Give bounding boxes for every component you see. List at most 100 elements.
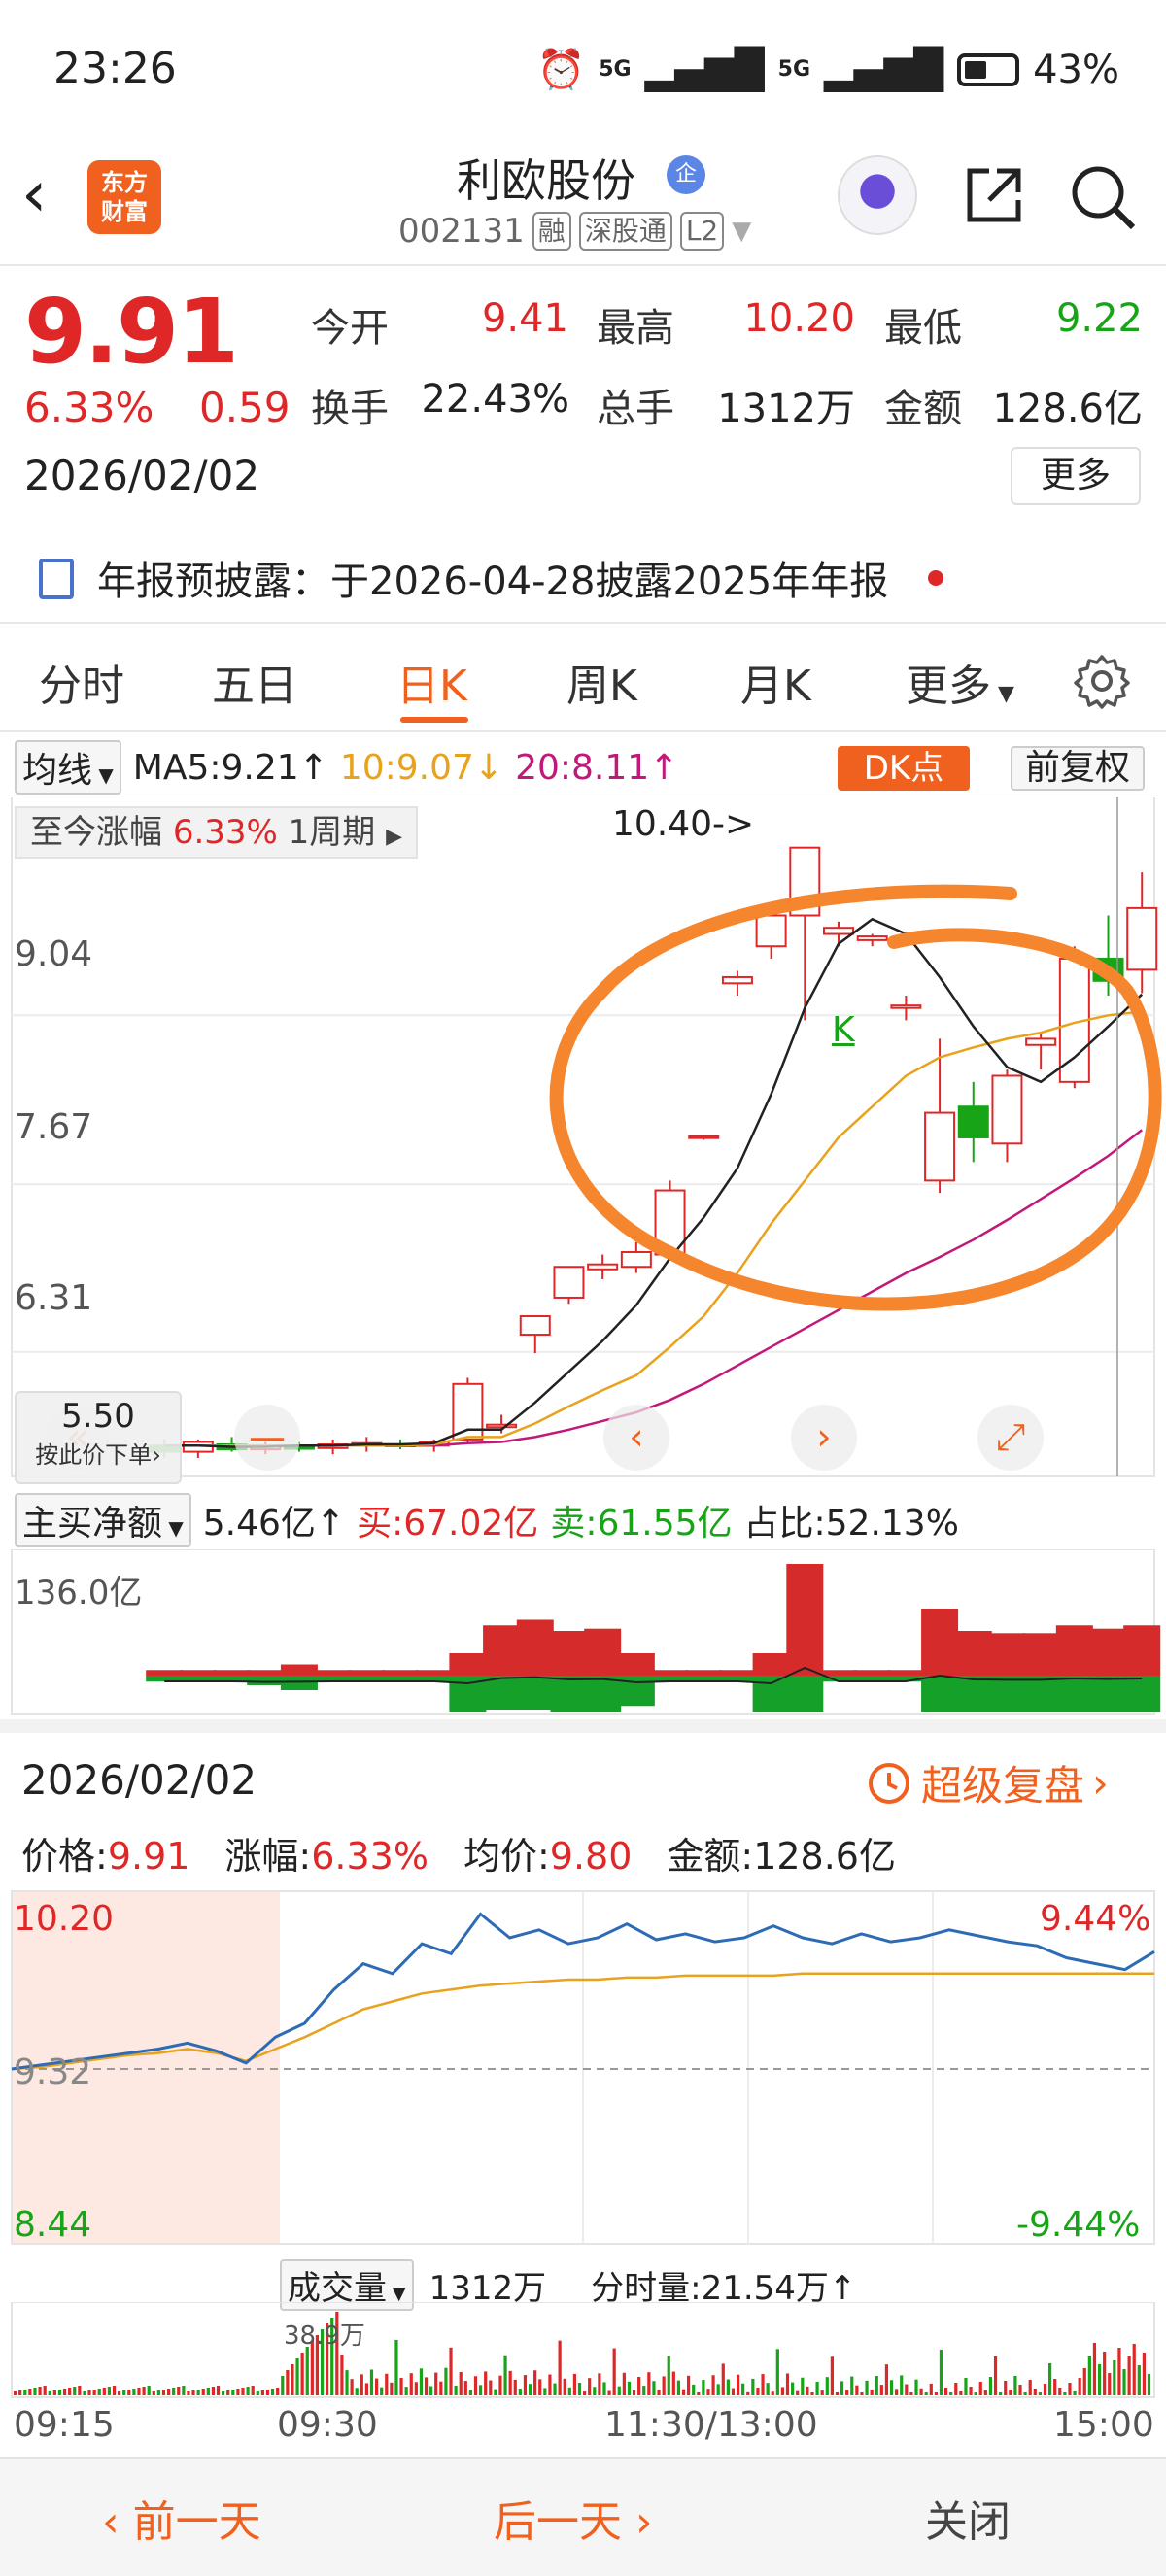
battery-icon (957, 52, 1020, 86)
close-button[interactable]: 关闭 (925, 2487, 1011, 2549)
more-quote-button[interactable]: 更多 (1011, 447, 1141, 505)
stock-code-row: 002131 融 深股通 L2 ▼ (398, 212, 751, 251)
price-tip-hint: 按此价下单 (35, 1441, 153, 1469)
kline-ylabel-low: 6.31 (15, 1278, 93, 1318)
volume-bar-17 (97, 2389, 101, 2395)
volume-bar-102 (518, 2389, 522, 2395)
ma-selector[interactable]: 均线 ▼ (15, 740, 121, 795)
volume-bar-112 (567, 2387, 571, 2395)
stat-amount-label: 金额: (667, 1835, 754, 1878)
stat-price-label: 价格: (21, 1835, 108, 1878)
dropdown-arrow-icon[interactable]: ▼ (732, 217, 751, 246)
amount-label: 金额 (884, 387, 962, 431)
dk-point-button[interactable]: DK点 (838, 746, 970, 791)
tab-intraday[interactable]: 分时 (39, 651, 124, 713)
volume-bar-74 (380, 2387, 384, 2395)
volume-bar-120 (607, 2390, 611, 2395)
chevron-right-icon: › (1092, 1759, 1109, 1807)
volume-bar-53 (276, 2388, 280, 2395)
volume-label: 总手 (597, 387, 674, 431)
flow-buy-bar-3 (247, 1670, 285, 1676)
volume-bar-80 (409, 2373, 413, 2395)
kline-chart[interactable]: «—‹›⤢ (0, 797, 1166, 1486)
annual-report-notice[interactable]: 年报预披露：于2026-04-28披露2025年年报 (97, 550, 888, 606)
price-order-tip[interactable]: 5.50 按此价下单› (15, 1391, 182, 1484)
intraday-date: 2026/02/02 (21, 1756, 257, 1804)
volume-bar-157 (791, 2382, 795, 2395)
adjust-mode-button[interactable]: 前复权 (1011, 746, 1145, 791)
volume-bar-52 (270, 2389, 275, 2395)
volume-bar-86 (439, 2381, 443, 2395)
flow-buy-bar-19 (786, 1564, 824, 1676)
volume-bar-147 (741, 2383, 745, 2395)
gear-icon[interactable] (1074, 653, 1130, 709)
flow-sell-bar-28 (1089, 1676, 1127, 1712)
volume-bar-220 (1103, 2352, 1107, 2395)
flow-buy-bar-6 (348, 1670, 386, 1676)
tab-five-day[interactable]: 五日 (212, 651, 297, 713)
ai-assistant-avatar[interactable] (838, 155, 917, 235)
period-change-label: 至今涨幅 (30, 813, 162, 852)
period-unit: 1周期 (288, 813, 376, 852)
battery-level: 43% (1033, 47, 1119, 92)
super-replay-button[interactable]: 超级复盘 › (865, 1753, 1109, 1813)
intraday-pct-bot: -9.44% (1016, 2205, 1141, 2245)
volume-bar-85 (434, 2372, 438, 2395)
tab-day-k[interactable]: 日K (396, 651, 467, 713)
flow-buy-bar-11 (516, 1619, 554, 1676)
volume-bar-39 (206, 2388, 210, 2395)
stat-amount: 金额:128.6亿 (667, 1826, 896, 1880)
volume-bar-36 (191, 2390, 195, 2395)
next-day-button[interactable]: 后一天 › (494, 2487, 653, 2549)
volume-bar-30 (161, 2390, 166, 2395)
signal-bars-icon-2: ▂▄▆█ (824, 47, 944, 92)
volume-bar-129 (652, 2381, 656, 2395)
search-icon[interactable] (1069, 163, 1137, 231)
chevron-right-icon-footer: › (622, 2497, 653, 2547)
volume-bar-146 (736, 2374, 740, 2395)
flow-buy-bar-28 (1089, 1628, 1127, 1676)
volume-bar-179 (900, 2375, 904, 2395)
back-button[interactable]: ‹ (21, 155, 80, 233)
volume-bar-97 (494, 2389, 497, 2395)
volume-bar-33 (177, 2387, 181, 2395)
intraday-y-mid: 9.32 (14, 2052, 92, 2092)
low-label: 最低 (884, 306, 962, 351)
chevron-left-icon: ‹ (102, 2497, 133, 2547)
stat-price: 价格:9.91 (21, 1826, 189, 1880)
volume-bar-72 (369, 2369, 374, 2395)
volume-bar-115 (583, 2391, 587, 2395)
volume-bar-201 (1009, 2390, 1012, 2395)
volume-bar-28 (152, 2391, 155, 2395)
volume-bar-116 (588, 2378, 592, 2395)
tab-month-k[interactable]: 月K (740, 651, 811, 713)
volume-bar-19 (107, 2387, 112, 2395)
volume-bar-197 (988, 2377, 993, 2395)
volume-bar-31 (166, 2389, 171, 2395)
prev-day-button[interactable]: ‹ 前一天 (102, 2487, 261, 2549)
minus-icon: — (249, 1415, 286, 1458)
intraday-chart[interactable] (0, 1889, 1166, 2249)
flow-sell-bar-24 (954, 1676, 992, 1712)
volume-bar-27 (147, 2386, 151, 2395)
flow-sell-bar-12 (550, 1676, 588, 1712)
tab-week-k[interactable]: 周K (566, 651, 637, 713)
capital-flow-chart[interactable] (0, 1549, 1166, 1719)
high-label: 最高 (597, 306, 674, 351)
period-change-box[interactable]: 至今涨幅 6.33% 1周期 ▶ (15, 806, 419, 859)
volume-bar-110 (558, 2340, 562, 2395)
section-separator (0, 1719, 1166, 1733)
tab-more[interactable]: 更多 ▼ (906, 651, 1014, 713)
volume-bar-165 (830, 2356, 834, 2395)
intraday-volume-chart[interactable] (0, 2302, 1166, 2399)
volume-bar-29 (156, 2390, 160, 2395)
flow-selector[interactable]: 主买净额 ▼ (15, 1493, 191, 1547)
volume-bar-113 (572, 2373, 577, 2395)
volume-bar-58 (300, 2353, 304, 2395)
volume-bar-106 (538, 2379, 542, 2395)
stat-amount-value: 128.6亿 (753, 1835, 896, 1878)
share-icon[interactable] (962, 163, 1026, 227)
volume-bar-177 (889, 2380, 894, 2395)
volume-bar-78 (399, 2378, 403, 2395)
expand-icon: ⤢ (996, 1415, 1025, 1458)
